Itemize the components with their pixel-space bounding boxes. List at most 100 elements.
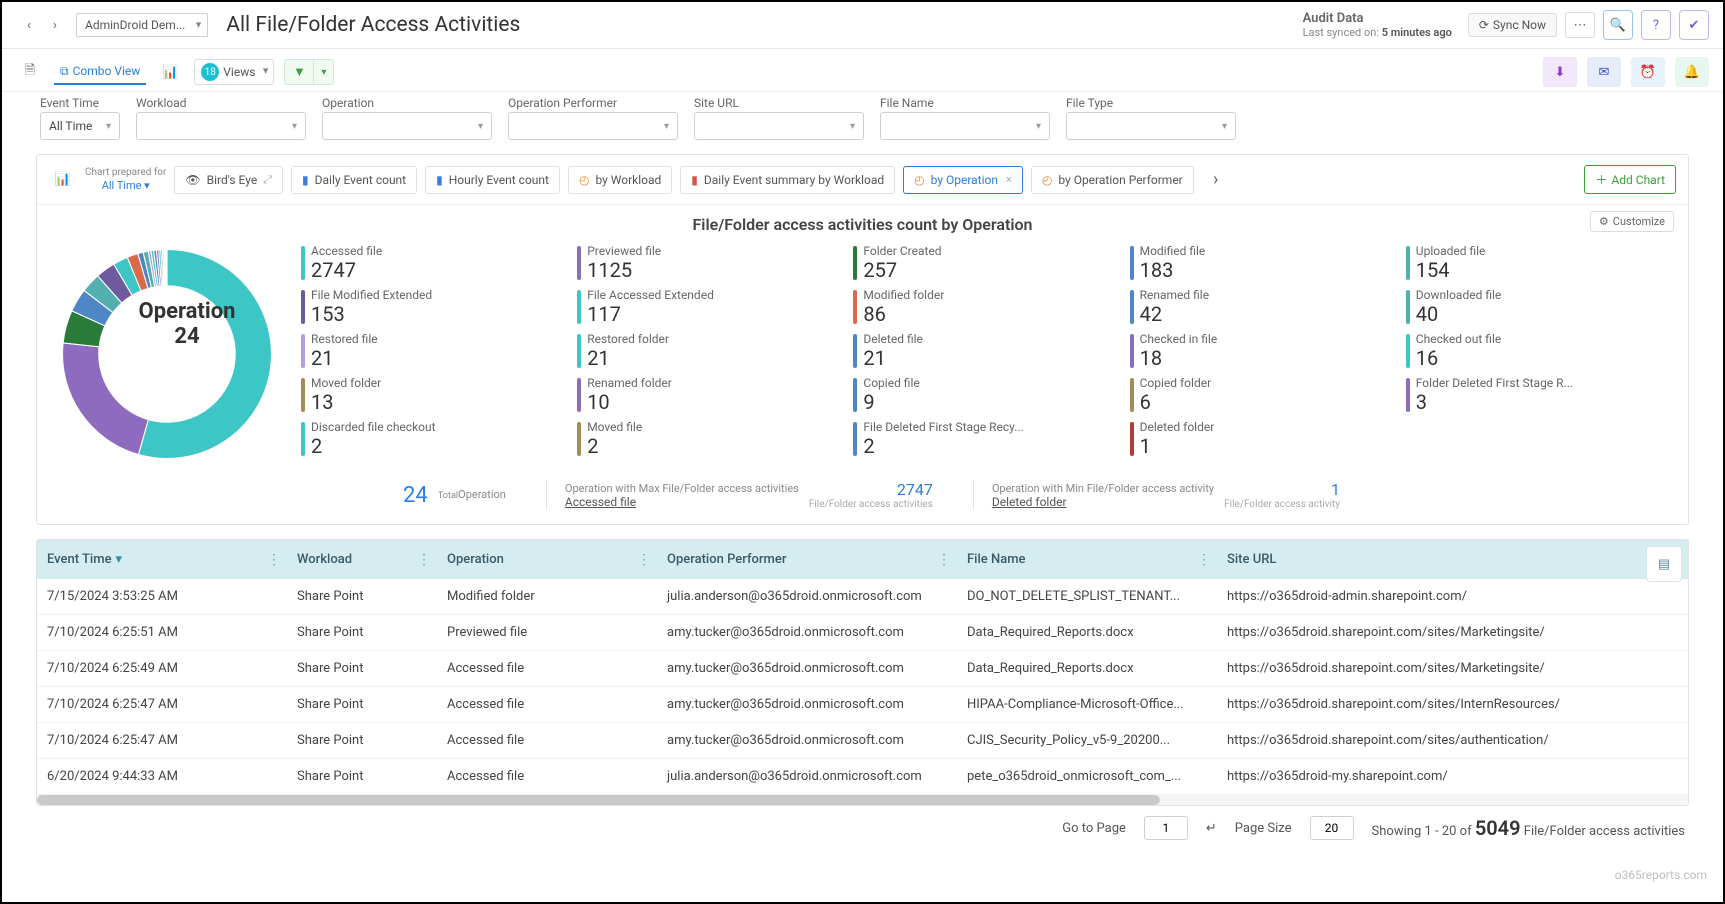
- filter-split-button[interactable]: ▾: [314, 59, 334, 85]
- performer-select[interactable]: ▾: [508, 112, 678, 140]
- legend-item[interactable]: Deleted folder1: [1130, 420, 1392, 458]
- bar-icon: ▮: [302, 173, 309, 187]
- table-row[interactable]: 7/10/2024 6:25:51 AMShare PointPreviewed…: [37, 615, 1688, 651]
- legend-item[interactable]: Discarded file checkout2: [301, 420, 563, 458]
- legend-item[interactable]: Restored folder21: [577, 332, 839, 370]
- legend-item[interactable]: Modified file183: [1130, 244, 1392, 282]
- tab-daily-workload[interactable]: ▮Daily Event summary by Workload: [680, 166, 895, 194]
- legend-item[interactable]: File Modified Extended153: [301, 288, 563, 326]
- verify-button[interactable]: ✔: [1679, 10, 1709, 40]
- col-header-event-time[interactable]: Event Time ▾⋮: [37, 540, 287, 579]
- legend-item[interactable]: Uploaded file154: [1406, 244, 1668, 282]
- legend-item[interactable]: Modified folder86: [853, 288, 1115, 326]
- legend-item[interactable]: Copied file9: [853, 376, 1115, 414]
- filter-button[interactable]: ▼: [284, 59, 314, 85]
- chart-type-button[interactable]: 📊: [49, 166, 77, 194]
- tab-by-operation[interactable]: ◴by Operation×: [903, 166, 1023, 194]
- table-header-row: Event Time ▾⋮ Workload⋮ Operation⋮ Opera…: [37, 540, 1688, 579]
- close-icon[interactable]: ×: [1006, 173, 1012, 186]
- chart-view-button[interactable]: 📊: [156, 58, 184, 86]
- table-row[interactable]: 7/10/2024 6:25:47 AMShare PointAccessed …: [37, 687, 1688, 723]
- donut-icon: ◴: [1042, 173, 1052, 187]
- legend-item[interactable]: Copied folder6: [1130, 376, 1392, 414]
- horizontal-scrollbar[interactable]: [37, 795, 1688, 805]
- views-dropdown[interactable]: 18 Views: [194, 59, 274, 85]
- sync-now-button[interactable]: ⟳ Sync Now: [1468, 13, 1557, 37]
- alert-button[interactable]: 🔔: [1675, 57, 1709, 87]
- search-button[interactable]: 🔍: [1603, 10, 1633, 40]
- legend-item[interactable]: Checked in file18: [1130, 332, 1392, 370]
- combo-icon: ⧉: [60, 64, 69, 79]
- workload-select[interactable]: ▾: [136, 112, 306, 140]
- col-header-performer[interactable]: Operation Performer⋮: [657, 540, 957, 579]
- donut-icon: ◴: [579, 173, 589, 187]
- combo-view-tab[interactable]: ⧉ Combo View: [54, 60, 146, 85]
- tab-hourly-count[interactable]: ▮Hourly Event count: [425, 166, 560, 194]
- col-header-file-name[interactable]: File Name⋮: [957, 540, 1217, 579]
- download-button[interactable]: ⬇: [1543, 57, 1577, 87]
- file-type-select[interactable]: ▾: [1066, 112, 1236, 140]
- legend-item[interactable]: File Accessed Extended117: [577, 288, 839, 326]
- nav-forward-button[interactable]: ›: [42, 12, 68, 38]
- tab-scroll-right[interactable]: ›: [1202, 166, 1230, 194]
- legend-item[interactable]: Accessed file2747: [301, 244, 563, 282]
- legend-item[interactable]: Moved file2: [577, 420, 839, 458]
- column-menu-icon[interactable]: ⋮: [637, 552, 651, 568]
- table-row[interactable]: 7/10/2024 6:25:49 AMShare PointAccessed …: [37, 651, 1688, 687]
- showing-text: Showing 1 - 20 of 5049 File/Folder acces…: [1372, 816, 1685, 840]
- legend-item[interactable]: Moved folder13: [301, 376, 563, 414]
- legend-item[interactable]: Downloaded file40: [1406, 288, 1668, 326]
- more-options-button[interactable]: ⋯: [1565, 12, 1595, 38]
- nav-back-button[interactable]: ‹: [16, 12, 42, 38]
- column-menu-icon[interactable]: ⋮: [937, 552, 951, 568]
- tab-daily-count[interactable]: ▮Daily Event count: [291, 166, 417, 194]
- operation-select[interactable]: ▾: [322, 112, 492, 140]
- column-menu-icon[interactable]: ⋮: [417, 552, 431, 568]
- table-row[interactable]: 6/20/2024 9:44:33 AMShare PointAccessed …: [37, 759, 1688, 795]
- sort-desc-icon: ▾: [116, 552, 123, 567]
- customize-button[interactable]: ⚙Customize: [1590, 211, 1674, 232]
- donut-chart[interactable]: Operation 24: [57, 244, 277, 464]
- document-view-button[interactable]: 🗎: [16, 58, 44, 86]
- tab-by-workload[interactable]: ◴by Workload: [568, 166, 672, 194]
- max-activity-link[interactable]: Accessed file: [565, 495, 636, 509]
- page-size-input[interactable]: [1310, 816, 1354, 840]
- table-row[interactable]: 7/10/2024 6:25:47 AMShare PointAccessed …: [37, 723, 1688, 759]
- chart-prepared-for[interactable]: Chart prepared for All Time ▾: [85, 167, 166, 192]
- legend-item[interactable]: Renamed folder10: [577, 376, 839, 414]
- col-header-operation[interactable]: Operation⋮: [437, 540, 657, 579]
- chart-icon: 📊: [162, 65, 178, 80]
- tab-by-performer[interactable]: ◴by Operation Performer: [1031, 166, 1194, 194]
- goto-page-input[interactable]: [1144, 816, 1188, 840]
- column-menu-icon[interactable]: ⋮: [267, 552, 281, 568]
- legend-item[interactable]: Checked out file16: [1406, 332, 1668, 370]
- total-operation-count: 24: [403, 483, 428, 508]
- legend-item[interactable]: Folder Deleted First Stage R...3: [1406, 376, 1668, 414]
- help-button[interactable]: ?: [1641, 10, 1671, 40]
- legend-item[interactable]: Deleted file21: [853, 332, 1115, 370]
- filter-label: Site URL: [694, 96, 864, 110]
- tab-birds-eye[interactable]: 👁Bird's Eye⤢: [174, 166, 283, 194]
- goto-submit-icon[interactable]: ↵: [1206, 821, 1217, 836]
- tenant-dropdown[interactable]: AdminDroid Dem...: [76, 13, 208, 37]
- min-activity-link[interactable]: Deleted folder: [992, 495, 1067, 509]
- add-chart-button[interactable]: ＋Add Chart: [1584, 165, 1676, 194]
- col-header-workload[interactable]: Workload⋮: [287, 540, 437, 579]
- legend-item[interactable]: Folder Created257: [853, 244, 1115, 282]
- table-row[interactable]: 7/15/2024 3:53:25 AMShare PointModified …: [37, 579, 1688, 615]
- email-button[interactable]: ✉: [1587, 57, 1621, 87]
- column-menu-icon[interactable]: ⋮: [1197, 552, 1211, 568]
- site-url-select[interactable]: ▾: [694, 112, 864, 140]
- legend-item[interactable]: Renamed file42: [1130, 288, 1392, 326]
- legend-item[interactable]: Previewed file1125: [577, 244, 839, 282]
- filter-label: Event Time: [40, 96, 120, 110]
- col-header-site-url[interactable]: Site URL: [1217, 540, 1688, 579]
- event-time-select[interactable]: All Time▾: [40, 112, 120, 140]
- legend-item[interactable]: Restored file21: [301, 332, 563, 370]
- chart-tab-bar: 📊 Chart prepared for All Time ▾ 👁Bird's …: [37, 155, 1688, 205]
- check-icon: ✔: [1689, 18, 1700, 33]
- legend-item[interactable]: File Deleted First Stage Recy...2: [853, 420, 1115, 458]
- file-name-select[interactable]: ▾: [880, 112, 1050, 140]
- schedule-button[interactable]: ⏰: [1631, 57, 1665, 87]
- bell-icon: 🔔: [1684, 65, 1700, 80]
